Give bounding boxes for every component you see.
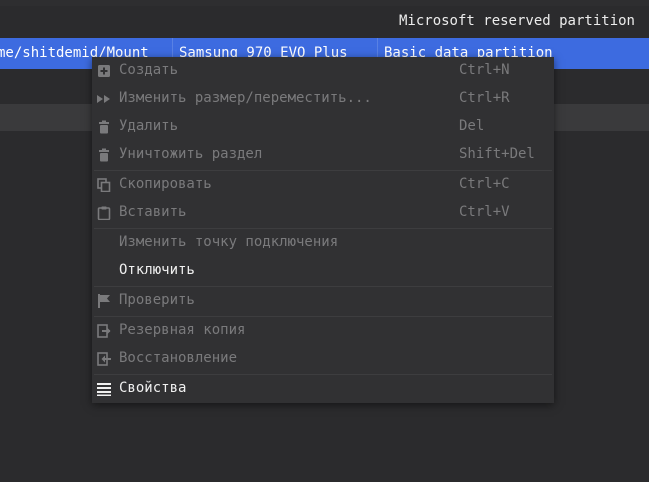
menu-item-create[interactable]: Создать Ctrl+N (92, 57, 554, 85)
list-icon (97, 382, 111, 396)
trash-icon (97, 120, 111, 134)
partition-type-cell: Microsoft reserved partition (398, 13, 635, 29)
menu-item-label: Проверить (119, 292, 195, 308)
copy-icon (97, 178, 111, 192)
partition-row-reserved[interactable]: Microsoft reserved partition (0, 8, 649, 36)
menu-item-label: Изменить точку подключения (119, 234, 339, 250)
menu-item-label: Создать (119, 62, 179, 78)
context-menu: Создать Ctrl+N Изменить размер/перемести… (92, 57, 554, 403)
menu-item-label: Уничтожить раздел (119, 146, 263, 162)
menu-item-shortcut: Ctrl+V (459, 204, 510, 220)
fast-forward-icon (97, 92, 111, 106)
menu-item-unmount[interactable]: Отключить (92, 257, 554, 285)
import-icon (97, 352, 111, 366)
plus-box-icon (97, 64, 111, 78)
menu-item-shortcut: Ctrl+C (459, 176, 510, 192)
menu-item-delete[interactable]: Удалить Del (92, 113, 554, 141)
menu-item-restore[interactable]: Восстановление (92, 345, 554, 373)
menu-item-label: Отключить (119, 262, 195, 278)
menu-item-label: Восстановление (119, 350, 238, 366)
menu-item-label: Скопировать (119, 176, 212, 192)
flag-icon (97, 294, 111, 308)
menu-item-properties[interactable]: Свойства (92, 375, 554, 403)
menu-item-check[interactable]: Проверить (92, 287, 554, 315)
paste-icon (97, 206, 111, 220)
menu-item-shortcut: Shift+Del (459, 146, 535, 162)
partition-row-top[interactable] (0, 0, 649, 6)
menu-item-shortcut: Ctrl+R (459, 90, 510, 106)
menu-item-label: Удалить (119, 118, 179, 134)
menu-item-label: Вставить (119, 204, 187, 220)
export-icon (97, 324, 111, 338)
menu-item-change-mount-point[interactable]: Изменить точку подключения (92, 229, 554, 257)
trash-icon (97, 148, 111, 162)
menu-item-paste[interactable]: Вставить Ctrl+V (92, 199, 554, 227)
menu-item-label: Изменить размер/переместить... (119, 90, 372, 106)
menu-item-label: Свойства (119, 380, 187, 396)
menu-item-resize-move[interactable]: Изменить размер/переместить... Ctrl+R (92, 85, 554, 113)
menu-item-copy[interactable]: Скопировать Ctrl+C (92, 171, 554, 199)
menu-item-shortcut: Del (459, 118, 485, 134)
menu-item-wipe-partition[interactable]: Уничтожить раздел Shift+Del (92, 141, 554, 169)
menu-item-shortcut: Ctrl+N (459, 62, 510, 78)
menu-item-backup[interactable]: Резервная копия (92, 317, 554, 345)
menu-item-label: Резервная копия (119, 322, 246, 338)
